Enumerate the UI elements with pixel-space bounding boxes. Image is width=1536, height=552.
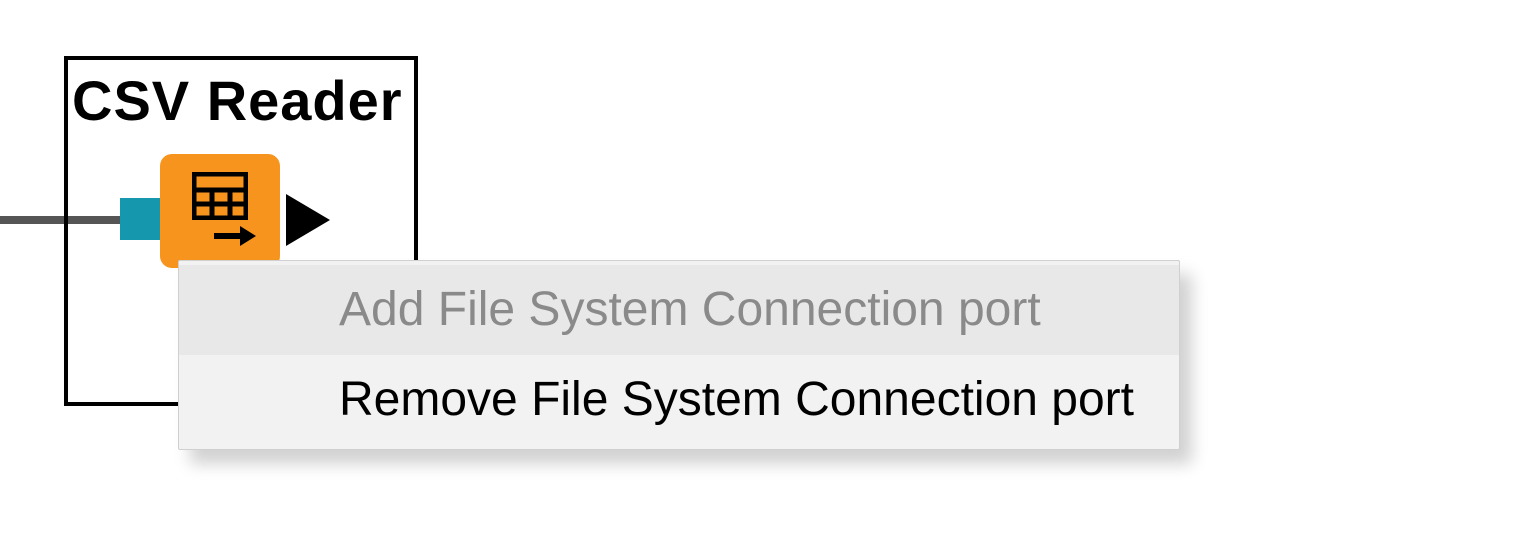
menu-item-add-port: Add File System Connection port bbox=[179, 265, 1179, 355]
menu-item-remove-port[interactable]: Remove File System Connection port bbox=[179, 355, 1179, 445]
arrow-right-icon bbox=[212, 222, 256, 250]
node-title: CSV Reader bbox=[72, 68, 403, 133]
workflow-canvas: CSV Reader Add File System Connection po… bbox=[0, 0, 1536, 552]
context-menu: Add File System Connection port Remove F… bbox=[178, 260, 1180, 450]
node-body[interactable] bbox=[160, 154, 280, 268]
table-icon bbox=[192, 172, 248, 220]
output-port[interactable] bbox=[286, 194, 330, 246]
input-port[interactable] bbox=[120, 198, 162, 240]
